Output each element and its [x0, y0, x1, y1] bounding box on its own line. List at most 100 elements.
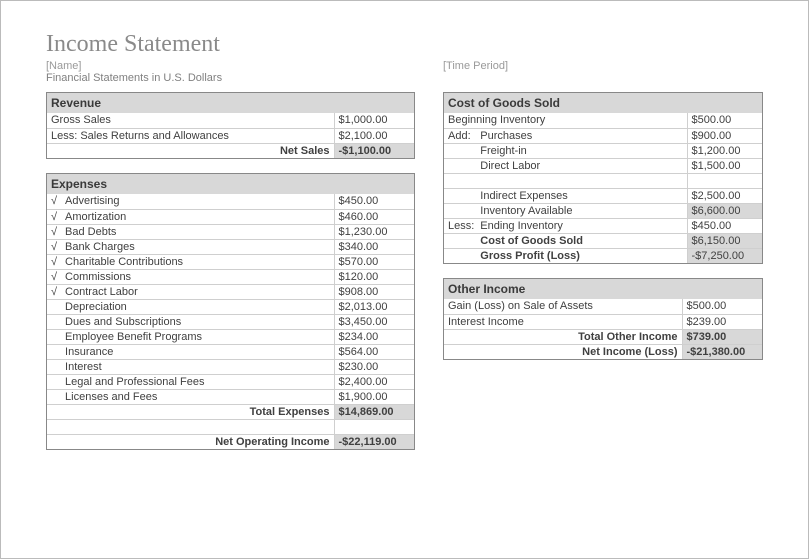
expense-label: Legal and Professional Fees	[61, 374, 334, 389]
net-income-label: Net Income (Loss)	[444, 344, 682, 359]
total-expenses-label: Total Expenses	[47, 404, 334, 419]
indirect-value: $2,500.00	[687, 188, 762, 203]
total-expenses-value: $14,869.00	[334, 404, 414, 419]
expense-label: Bad Debts	[61, 224, 334, 239]
purchases-label: Purchases	[478, 128, 687, 143]
inv-avail-label: Inventory Available	[478, 203, 687, 218]
expense-value: $908.00	[334, 284, 414, 299]
expense-label: Advertising	[61, 194, 334, 209]
returns-value: $2,100.00	[334, 128, 414, 143]
cogs-total-label: Cost of Goods Sold	[478, 233, 687, 248]
expense-mark: √	[47, 269, 61, 284]
page-title: Income Statement	[46, 31, 763, 58]
expense-label: Amortization	[61, 209, 334, 224]
interest-income-row: Interest Income $239.00	[444, 314, 762, 329]
cogs-direct-labor-row: Direct Labor $1,500.00	[444, 158, 762, 173]
begin-inv-label2: Beginning Inventory	[444, 113, 687, 128]
expense-row: Insurance$564.00	[47, 344, 414, 359]
begin-inv-value2: $500.00	[687, 113, 762, 128]
expense-label: Contract Labor	[61, 284, 334, 299]
indirect-label: Indirect Expenses	[478, 188, 687, 203]
cogs-indirect-row: Indirect Expenses $2,500.00	[444, 188, 762, 203]
gain-label: Gain (Loss) on Sale of Assets	[444, 299, 682, 314]
total-other-income-value: $739.00	[682, 329, 762, 344]
expense-label: Bank Charges	[61, 239, 334, 254]
expense-label: Dues and Subscriptions	[61, 314, 334, 329]
cogs-end-inv-row: Less: Ending Inventory $450.00	[444, 218, 762, 233]
expense-mark	[47, 329, 61, 344]
freight-value: $1,200.00	[687, 143, 762, 158]
expense-value: $1,900.00	[334, 389, 414, 404]
expense-row: √Amortization$460.00	[47, 209, 414, 224]
expense-label: Charitable Contributions	[61, 254, 334, 269]
revenue-row-returns: Less: Sales Returns and Allowances $2,10…	[47, 128, 414, 143]
expenses-header: Expenses	[47, 174, 414, 194]
expense-mark: √	[47, 194, 61, 209]
expense-mark	[47, 299, 61, 314]
expense-label: Interest	[61, 359, 334, 374]
expense-label: Insurance	[61, 344, 334, 359]
cogs-inv-avail-row: Inventory Available $6,600.00	[444, 203, 762, 218]
expense-row: √Charitable Contributions$570.00	[47, 254, 414, 269]
expenses-block: Expenses √Advertising$450.00√Amortizatio…	[46, 173, 415, 450]
expense-blank-row	[47, 419, 414, 434]
total-other-income-row: Total Other Income $739.00	[444, 329, 762, 344]
interest-income-label: Interest Income	[444, 314, 682, 329]
direct-labor-value: $1,500.00	[687, 158, 762, 173]
gross-profit-value: -$7,250.00	[687, 248, 762, 263]
expense-value: $234.00	[334, 329, 414, 344]
expense-row: Depreciation$2,013.00	[47, 299, 414, 314]
net-operating-income-label: Net Operating Income	[47, 434, 334, 449]
cogs-freight-row: Freight-in $1,200.00	[444, 143, 762, 158]
expense-mark	[47, 314, 61, 329]
revenue-header: Revenue	[47, 93, 414, 113]
net-income-value: -$21,380.00	[682, 344, 762, 359]
cogs-gross-profit-row: Gross Profit (Loss) -$7,250.00	[444, 248, 762, 263]
net-operating-income-value: -$22,119.00	[334, 434, 414, 449]
expense-label: Depreciation	[61, 299, 334, 314]
expense-value: $1,230.00	[334, 224, 414, 239]
direct-labor-label: Direct Labor	[478, 158, 687, 173]
cogs-total-row: Cost of Goods Sold $6,150.00	[444, 233, 762, 248]
expense-row: Legal and Professional Fees$2,400.00	[47, 374, 414, 389]
expense-mark: √	[47, 239, 61, 254]
cogs-begin-inv-row2: Beginning Inventory $500.00	[444, 113, 762, 128]
net-operating-income-row: Net Operating Income-$22,119.00	[47, 434, 414, 449]
expense-mark: √	[47, 284, 61, 299]
net-income-row: Net Income (Loss) -$21,380.00	[444, 344, 762, 359]
other-income-header: Other Income	[444, 279, 762, 299]
expense-value: $2,400.00	[334, 374, 414, 389]
purchases-value: $900.00	[687, 128, 762, 143]
income-statement-page: Income Statement [Name] Financial Statem…	[0, 0, 809, 559]
other-income-block: Other Income Gain (Loss) on Sale of Asse…	[443, 278, 763, 360]
expense-row: √Contract Labor$908.00	[47, 284, 414, 299]
expense-row: √Commissions$120.00	[47, 269, 414, 284]
gain-value: $500.00	[682, 299, 762, 314]
total-expenses-row: Total Expenses$14,869.00	[47, 404, 414, 419]
expense-row: √Bank Charges$340.00	[47, 239, 414, 254]
expense-row: Dues and Subscriptions$3,450.00	[47, 314, 414, 329]
gross-sales-label: Gross Sales	[47, 113, 334, 128]
net-sales-value: -$1,100.00	[334, 143, 414, 158]
less-label: Less:	[444, 218, 478, 233]
expense-value: $340.00	[334, 239, 414, 254]
gain-row: Gain (Loss) on Sale of Assets $500.00	[444, 299, 762, 314]
gross-sales-value: $1,000.00	[334, 113, 414, 128]
inv-avail-value: $6,600.00	[687, 203, 762, 218]
total-other-income-label: Total Other Income	[444, 329, 682, 344]
expense-row: Licenses and Fees$1,900.00	[47, 389, 414, 404]
expense-value: $2,013.00	[334, 299, 414, 314]
cogs-blank-row	[444, 173, 762, 188]
expense-value: $460.00	[334, 209, 414, 224]
expense-label: Employee Benefit Programs	[61, 329, 334, 344]
add-label: Add:	[444, 128, 478, 143]
revenue-row-gross-sales: Gross Sales $1,000.00	[47, 113, 414, 128]
freight-label: Freight-in	[478, 143, 687, 158]
revenue-block: Revenue Gross Sales $1,000.00 Less: Sale…	[46, 92, 415, 159]
expense-value: $120.00	[334, 269, 414, 284]
revenue-row-net-sales: Net Sales -$1,100.00	[47, 143, 414, 158]
expense-row: Interest$230.00	[47, 359, 414, 374]
subheader: Financial Statements in U.S. Dollars	[46, 72, 443, 84]
name-placeholder: [Name]	[46, 60, 443, 72]
expense-label: Commissions	[61, 269, 334, 284]
